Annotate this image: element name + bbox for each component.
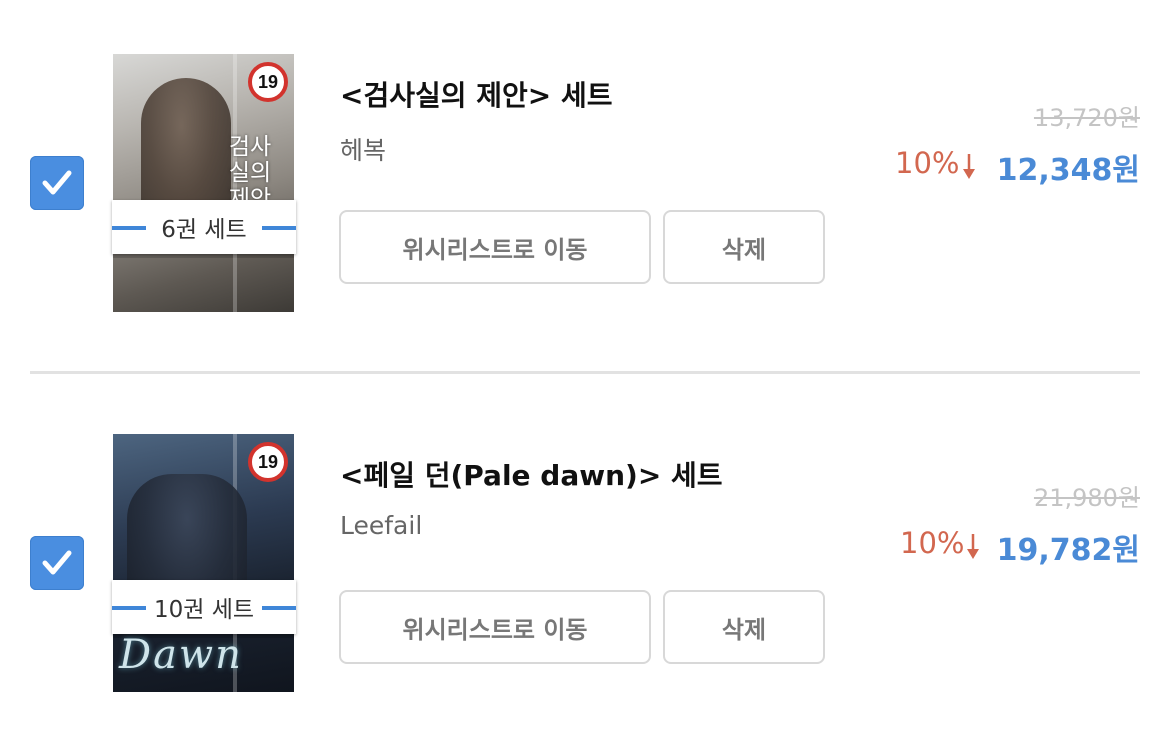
cart-item-list: 검사실의 제안 19 6권 세트 <검사실의 제안> 세트 헤복 위시리스트로 이…: [0, 0, 1170, 747]
original-price: 21,980원: [1033, 484, 1140, 512]
checkmark-icon: [42, 170, 72, 195]
select-checkbox[interactable]: [30, 536, 84, 590]
checkmark-icon: [42, 550, 72, 575]
arrow-down-icon: [963, 154, 975, 179]
book-cover-image[interactable]: 검사실의 제안 19: [113, 54, 294, 312]
age-19-badge-icon: 19: [248, 62, 288, 102]
item-author: Leefail: [340, 511, 423, 540]
original-price: 13,720원: [1033, 104, 1140, 132]
item-author: 헤복: [340, 136, 387, 165]
discount-rate: 10%: [895, 146, 960, 180]
age-19-badge-icon: 19: [248, 442, 288, 482]
delete-button[interactable]: 삭제: [663, 590, 825, 664]
arrow-down-icon: [967, 534, 979, 559]
select-checkbox[interactable]: [30, 156, 84, 210]
set-count-label: 6권 세트: [112, 200, 296, 254]
item-title[interactable]: <페일 던(Pale dawn)> 세트: [340, 454, 723, 494]
cart-item: Pale Dawn 19 10권 세트 <페일 던(Pale dawn)> 세트…: [0, 380, 1170, 692]
item-divider: [30, 371, 1140, 374]
discount-rate: 10%: [900, 526, 965, 560]
delete-button[interactable]: 삭제: [663, 210, 825, 284]
move-to-wishlist-button[interactable]: 위시리스트로 이동: [339, 590, 651, 664]
item-title[interactable]: <검사실의 제안> 세트: [340, 74, 613, 114]
book-cover-image[interactable]: Pale Dawn 19: [113, 434, 294, 692]
cart-item: 검사실의 제안 19 6권 세트 <검사실의 제안> 세트 헤복 위시리스트로 이…: [0, 0, 1170, 312]
set-count-label: 10권 세트: [112, 580, 296, 634]
move-to-wishlist-button[interactable]: 위시리스트로 이동: [339, 210, 651, 284]
sale-price: 12,348원: [996, 153, 1140, 188]
sale-price: 19,782원: [996, 533, 1140, 568]
